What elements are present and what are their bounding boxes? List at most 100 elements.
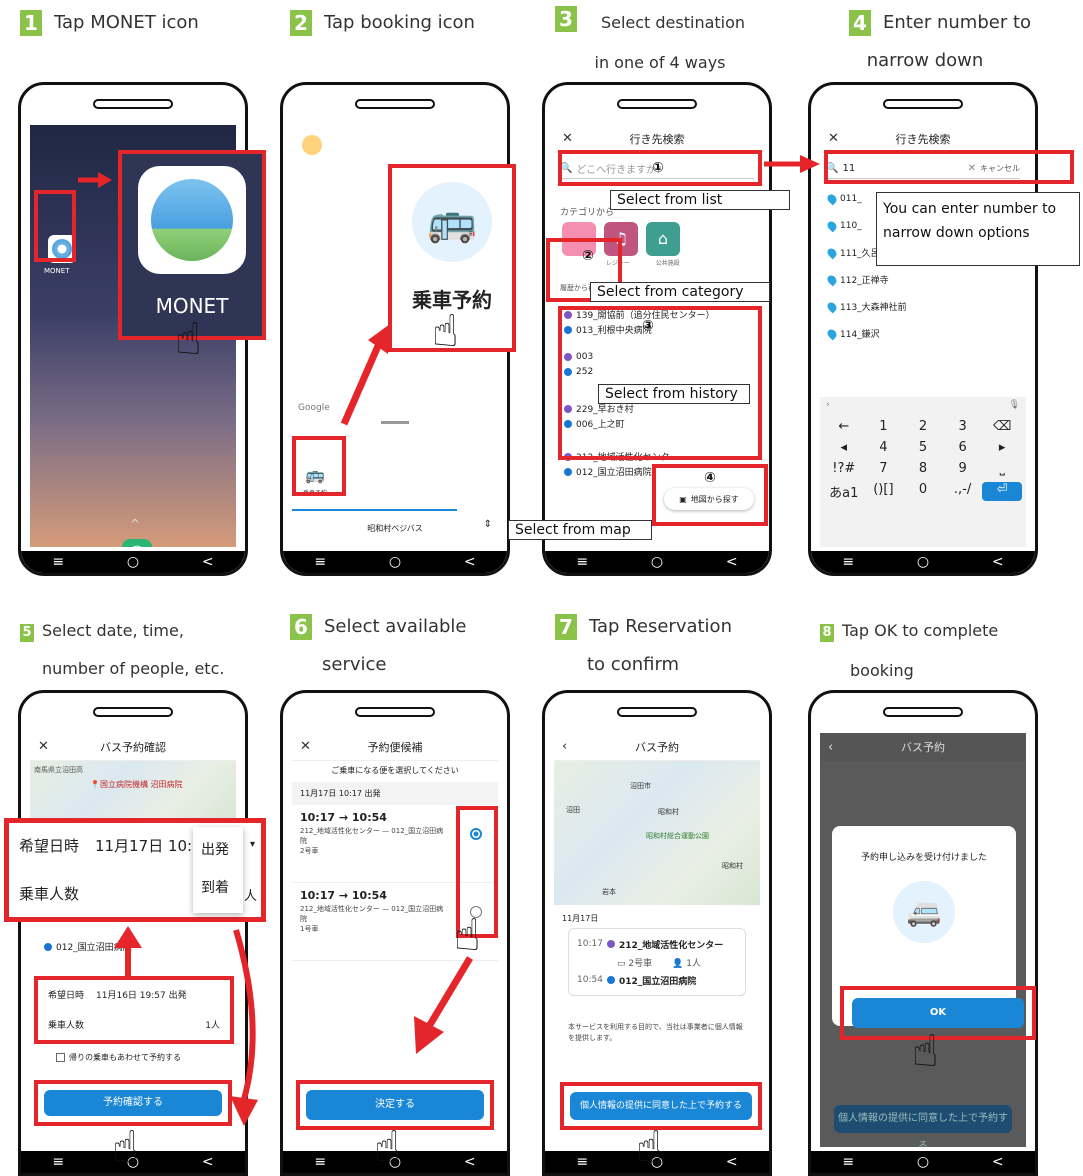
phone-speaker <box>355 707 435 717</box>
keyboard-key[interactable]: あa1 <box>824 482 864 501</box>
location-pin-icon <box>825 300 839 313</box>
list-item[interactable]: 113_大森神社前 <box>825 293 1026 320</box>
car-icon: ▭ 2号車 <box>617 958 653 969</box>
keyboard-key[interactable]: ← <box>824 419 864 434</box>
arrow-step-3-to-4 <box>764 155 820 173</box>
monet-app-icon-large[interactable] <box>138 166 246 274</box>
category-tile-public[interactable]: ⌂ <box>646 222 680 256</box>
keyboard-key[interactable]: ()[] <box>864 482 904 501</box>
route-name[interactable]: 昭和村ベジバス <box>292 523 498 534</box>
menu-icon[interactable]: ≡ <box>314 554 326 570</box>
close-icon[interactable]: ✕ <box>300 739 311 754</box>
keyboard-key[interactable]: .,-/ <box>943 482 983 501</box>
monet-app-label: MONET <box>44 267 70 275</box>
list-item[interactable]: 114_鎌沢 <box>825 320 1026 347</box>
back-icon[interactable]: < <box>202 1154 214 1170</box>
step-number: 2 <box>290 10 312 36</box>
keyboard-key[interactable]: ◂ <box>824 440 864 455</box>
return-trip-checkbox[interactable]: 帰りの乗車もあわせて予約する <box>56 1052 181 1063</box>
expand-icon[interactable]: › <box>826 400 830 412</box>
keyboard-key[interactable]: !?# <box>824 461 864 476</box>
menu-icon[interactable]: ≡ <box>842 1154 854 1170</box>
keyboard-key[interactable]: ⏎ <box>982 482 1022 501</box>
google-logo: Google <box>298 403 330 413</box>
bus-icon[interactable]: 🚌 <box>412 182 492 262</box>
step-7-header: 7 Tap Reservation to confirm <box>555 610 732 682</box>
app-drawer-caret[interactable]: ^ <box>130 517 140 531</box>
back-icon[interactable]: < <box>992 1154 1004 1170</box>
way-number-3: ③ <box>642 318 654 334</box>
keyboard-key[interactable]: 2 <box>903 419 943 434</box>
nav-bar: ≡ ○ < <box>811 551 1035 573</box>
home-icon[interactable]: ○ <box>651 554 663 570</box>
option-arrive[interactable]: 到着 <box>193 871 243 903</box>
menu-icon[interactable]: ≡ <box>52 554 64 570</box>
keyboard-key[interactable]: ⎵ <box>982 461 1022 476</box>
depart-arrive-dropdown[interactable]: 出発 到着 <box>193 827 243 913</box>
app-bar: ✕ バス予約確認 <box>30 733 236 761</box>
back-icon[interactable]: < <box>464 1154 476 1170</box>
callout-list: Select from list <box>610 190 790 210</box>
departure-row: 10:17 212_地域活性化センター <box>577 939 724 951</box>
keyboard-key[interactable]: 1 <box>864 419 904 434</box>
list-item[interactable]: 112_正禅寺 <box>825 266 1026 293</box>
reserve-button[interactable]: 個人情報の提供に同意した上で予約する <box>570 1092 752 1120</box>
phone-speaker <box>883 99 963 109</box>
date-row[interactable]: 希望日時 11月16日 19:57 出発 <box>48 988 187 1001</box>
menu-icon[interactable]: ≡ <box>576 1154 588 1170</box>
people-row[interactable]: 乗車人数 <box>48 1018 84 1031</box>
back-icon[interactable]: < <box>464 554 476 570</box>
back-arrow-icon[interactable]: ‹ <box>562 739 567 754</box>
home-icon[interactable]: ○ <box>917 554 929 570</box>
keyboard-key[interactable]: 8 <box>903 461 943 476</box>
home-icon[interactable]: ○ <box>389 554 401 570</box>
zoom-date-row[interactable]: 希望日時 11月17日 10:17 <box>19 835 211 856</box>
microphone-icon[interactable]: 🎙 <box>1009 400 1020 412</box>
menu-icon[interactable]: ≡ <box>576 554 588 570</box>
menu-icon[interactable]: ≡ <box>52 1154 64 1170</box>
avatar[interactable] <box>300 133 324 157</box>
keyboard-key[interactable]: 5 <box>903 440 943 455</box>
close-icon[interactable]: ✕ <box>828 131 839 146</box>
keyboard-key[interactable]: 4 <box>864 440 904 455</box>
close-icon[interactable]: ✕ <box>38 739 49 754</box>
app-bar: ✕ 予約便候補 <box>292 733 498 761</box>
map-icon: ▣ <box>679 494 687 504</box>
back-arrow-icon[interactable]: ‹ <box>828 740 833 755</box>
ok-button[interactable]: OK <box>852 998 1024 1028</box>
home-icon[interactable]: ○ <box>917 1154 929 1170</box>
keyboard-key[interactable]: ⌫ <box>982 419 1022 434</box>
home-icon[interactable]: ○ <box>127 554 139 570</box>
back-icon[interactable]: < <box>726 554 738 570</box>
back-icon[interactable]: < <box>202 554 214 570</box>
zoom-people-row[interactable]: 乗車人数 <box>19 883 79 904</box>
menu-icon[interactable]: ≡ <box>314 1154 326 1170</box>
dropdown-arrow-icon[interactable]: ▾ <box>250 839 255 850</box>
nav-bar: ≡ ○ < <box>283 551 507 573</box>
confirm-booking-button[interactable]: 予約確認する <box>44 1090 222 1116</box>
keyboard-key[interactable]: 7 <box>864 461 904 476</box>
route-map[interactable]: 沼田市 沼田 昭和村 昭和村総合運動公園 昭和村 岩本 <box>554 761 760 905</box>
keyboard-key[interactable]: 0 <box>903 482 943 501</box>
chevron-up-down-icon[interactable]: ⇕ <box>484 519 492 530</box>
option-depart[interactable]: 出発 <box>193 827 243 871</box>
map-search-button[interactable]: ▣ 地図から探す <box>664 488 754 510</box>
phone-app-icon[interactable]: ✆ <box>122 539 152 547</box>
callout-map: Select from map <box>508 520 652 540</box>
screen-title: 予約便候補 <box>367 740 423 754</box>
back-icon[interactable]: < <box>726 1154 738 1170</box>
keyboard-key[interactable]: 3 <box>943 419 983 434</box>
keyboard-key[interactable]: ▸ <box>982 440 1022 455</box>
keyboard-key[interactable]: 6 <box>943 440 983 455</box>
radio-selected[interactable] <box>470 828 482 840</box>
destination-marker: 📍国立病院機構 沼田病院 <box>90 780 183 789</box>
close-icon[interactable]: ✕ <box>562 131 573 146</box>
decide-button[interactable]: 決定する <box>306 1090 484 1120</box>
map-preview[interactable]: 南馬県立沼田高 📍国立病院機構 沼田病院 <box>30 761 236 821</box>
menu-icon[interactable]: ≡ <box>842 554 854 570</box>
highlight-date-people: 希望日時 11月16日 19:57 出発 乗車人数 1人 <box>34 976 234 1044</box>
privacy-notice: 本サービスを利用する目的で、当社は事業者に個人情報を提供します。 <box>568 1023 743 1042</box>
back-icon[interactable]: < <box>992 554 1004 570</box>
category-labels: レジャー 公共施設 <box>606 260 680 267</box>
keyboard-key[interactable]: 9 <box>943 461 983 476</box>
